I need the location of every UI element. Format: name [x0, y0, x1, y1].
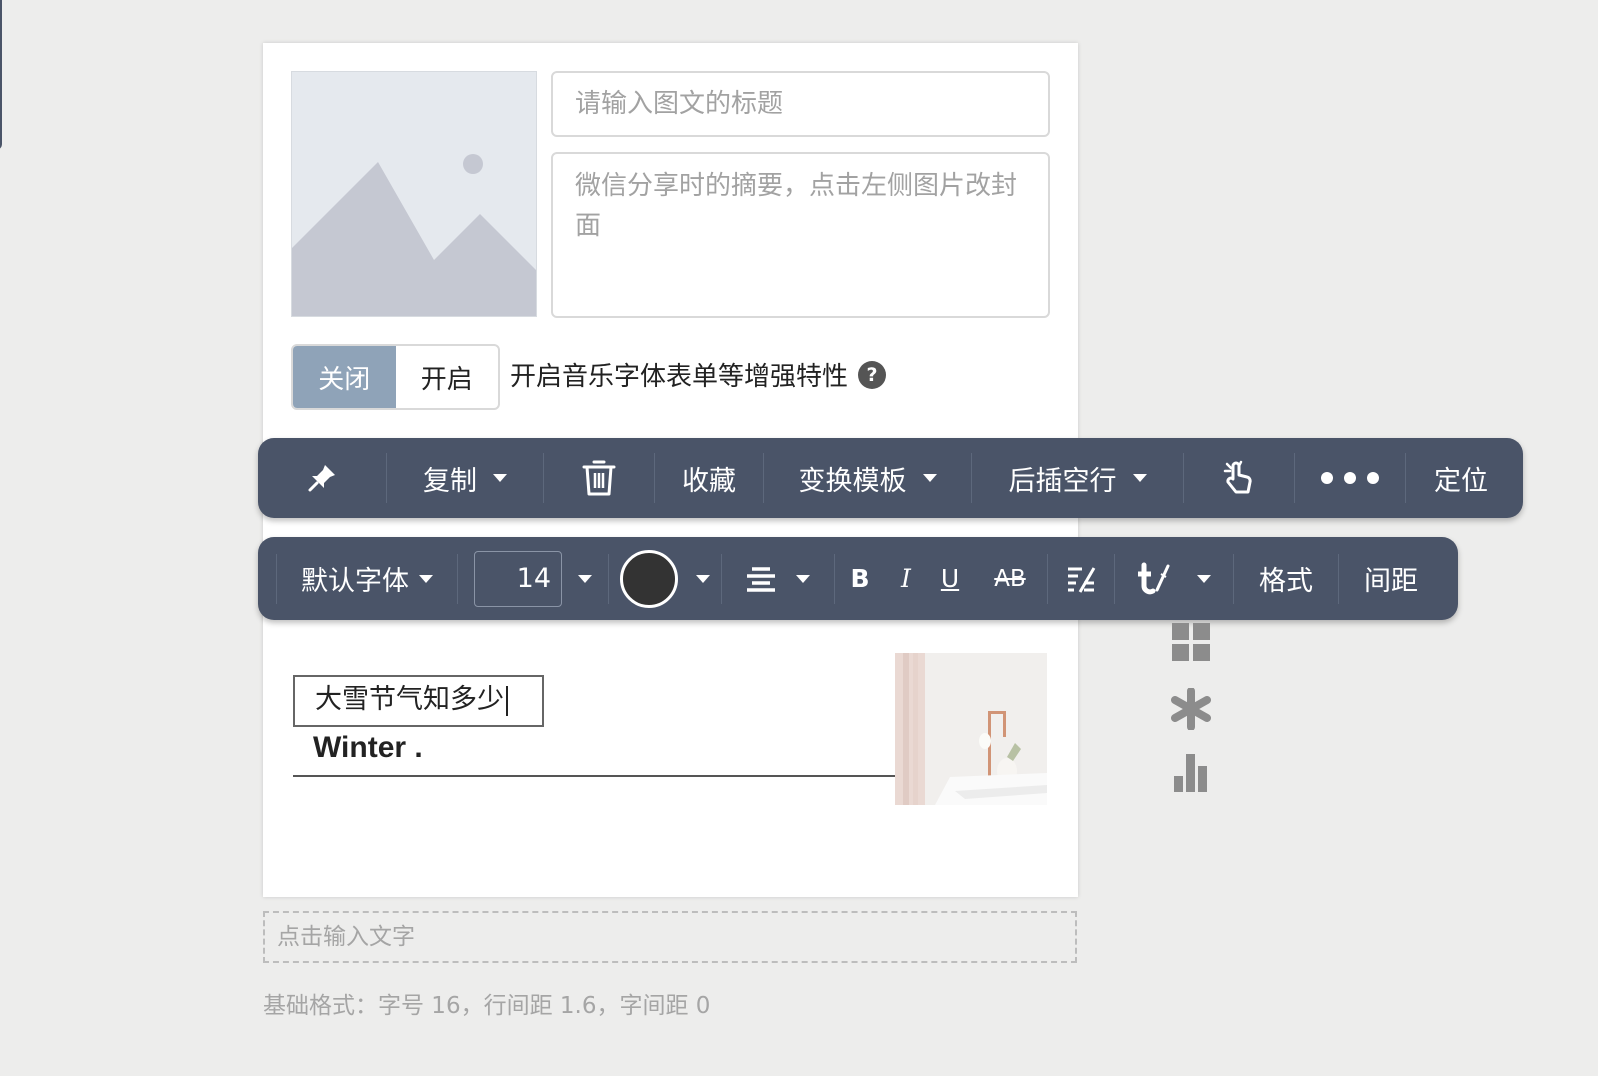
underline-button[interactable]: U [927, 537, 973, 620]
copy-label: 复制 [423, 465, 477, 497]
content-photo[interactable] [895, 653, 1047, 805]
enhance-label-text: 开启音乐字体表单等增强特性 [510, 362, 849, 392]
align-dropdown-icon[interactable] [796, 574, 810, 583]
format-toolbar: 默认字体 14 B I U AB 格式 间距 [258, 537, 1458, 620]
hand-pointer-icon [1223, 460, 1252, 494]
text-style-dropdown-icon[interactable] [1197, 574, 1211, 583]
trash-icon [582, 460, 616, 496]
content-heading-text: 大雪节气知多少 [315, 684, 504, 715]
font-family-label: 默认字体 [301, 566, 409, 597]
font-family-dropdown-icon [419, 574, 433, 583]
delete-button[interactable] [544, 438, 654, 518]
toggle-off-option[interactable]: 关闭 [293, 346, 396, 408]
italic-button[interactable]: I [885, 537, 927, 620]
text-entry-box[interactable]: 点击输入文字 [263, 911, 1077, 963]
change-template-dropdown-icon[interactable] [922, 474, 937, 482]
text-style-control[interactable] [1115, 537, 1233, 620]
edge-panel-tab[interactable] [0, 0, 2, 150]
align-control[interactable] [722, 537, 834, 620]
toggle-on-option[interactable]: 开启 [396, 346, 499, 408]
help-icon[interactable]: ? [858, 360, 887, 389]
favorite-button[interactable]: 收藏 [655, 438, 763, 518]
font-size-input[interactable]: 14 [474, 550, 562, 607]
enhance-toggle[interactable]: 关闭 开启 [291, 344, 500, 410]
format-button[interactable]: 格式 [1234, 537, 1338, 620]
clear-format-button[interactable] [1048, 537, 1114, 620]
content-heading[interactable]: 大雪节气知多少 [293, 675, 544, 727]
content-subtitle[interactable]: Winter . [313, 731, 423, 765]
copy-dropdown-icon[interactable] [493, 474, 507, 482]
copy-button[interactable]: 复制 [387, 438, 543, 518]
bold-button[interactable]: B [835, 537, 885, 620]
change-template-label: 变换模板 [798, 465, 907, 497]
grid-icon[interactable] [1170, 621, 1212, 663]
text-color-dropdown-icon[interactable] [696, 574, 710, 583]
font-family-select[interactable]: 默认字体 [277, 537, 457, 620]
text-cursor [506, 685, 508, 716]
divider-line [293, 775, 953, 777]
more-button[interactable] [1295, 438, 1405, 518]
align-center-icon [747, 566, 775, 592]
title-input[interactable] [551, 71, 1050, 137]
insert-blank-line-dropdown-icon[interactable] [1132, 474, 1147, 482]
more-icon [1321, 472, 1379, 484]
pin-button[interactable] [258, 438, 386, 518]
summary-input[interactable] [551, 152, 1050, 318]
select-button[interactable] [1184, 438, 1294, 518]
editor-page: 关闭 开启 开启音乐字体表单等增强特性 ? 大雪节气知多少 Winter . [0, 0, 1598, 1076]
locate-button[interactable]: 定位 [1406, 438, 1516, 518]
text-color-swatch[interactable] [620, 549, 678, 608]
strikethrough-button[interactable]: AB [973, 537, 1047, 620]
insert-blank-line-button[interactable]: 后插空行 [972, 438, 1183, 518]
spacing-button[interactable]: 间距 [1339, 537, 1443, 620]
insert-blank-line-label: 后插空行 [1008, 465, 1117, 497]
text-style-icon [1138, 562, 1170, 594]
font-size-dropdown-icon[interactable] [578, 574, 592, 583]
asterisk-icon[interactable] [1170, 688, 1212, 730]
cover-image[interactable] [291, 71, 537, 317]
base-format-info: 基础格式：字号 16，行间距 1.6，字间距 0 [263, 993, 711, 1019]
font-size-control: 14 [458, 537, 608, 620]
bar-chart-icon[interactable] [1170, 752, 1212, 794]
block-toolbar: 复制 收藏 变换模板 后插空行 定位 [258, 438, 1523, 518]
text-color-control [609, 537, 721, 620]
room-photo [895, 653, 1047, 805]
enhance-label: 开启音乐字体表单等增强特性 ? [510, 356, 887, 393]
image-placeholder-icon [292, 72, 536, 316]
clear-format-icon [1068, 566, 1096, 593]
change-template-button[interactable]: 变换模板 [764, 438, 971, 518]
pin-icon [308, 465, 335, 492]
